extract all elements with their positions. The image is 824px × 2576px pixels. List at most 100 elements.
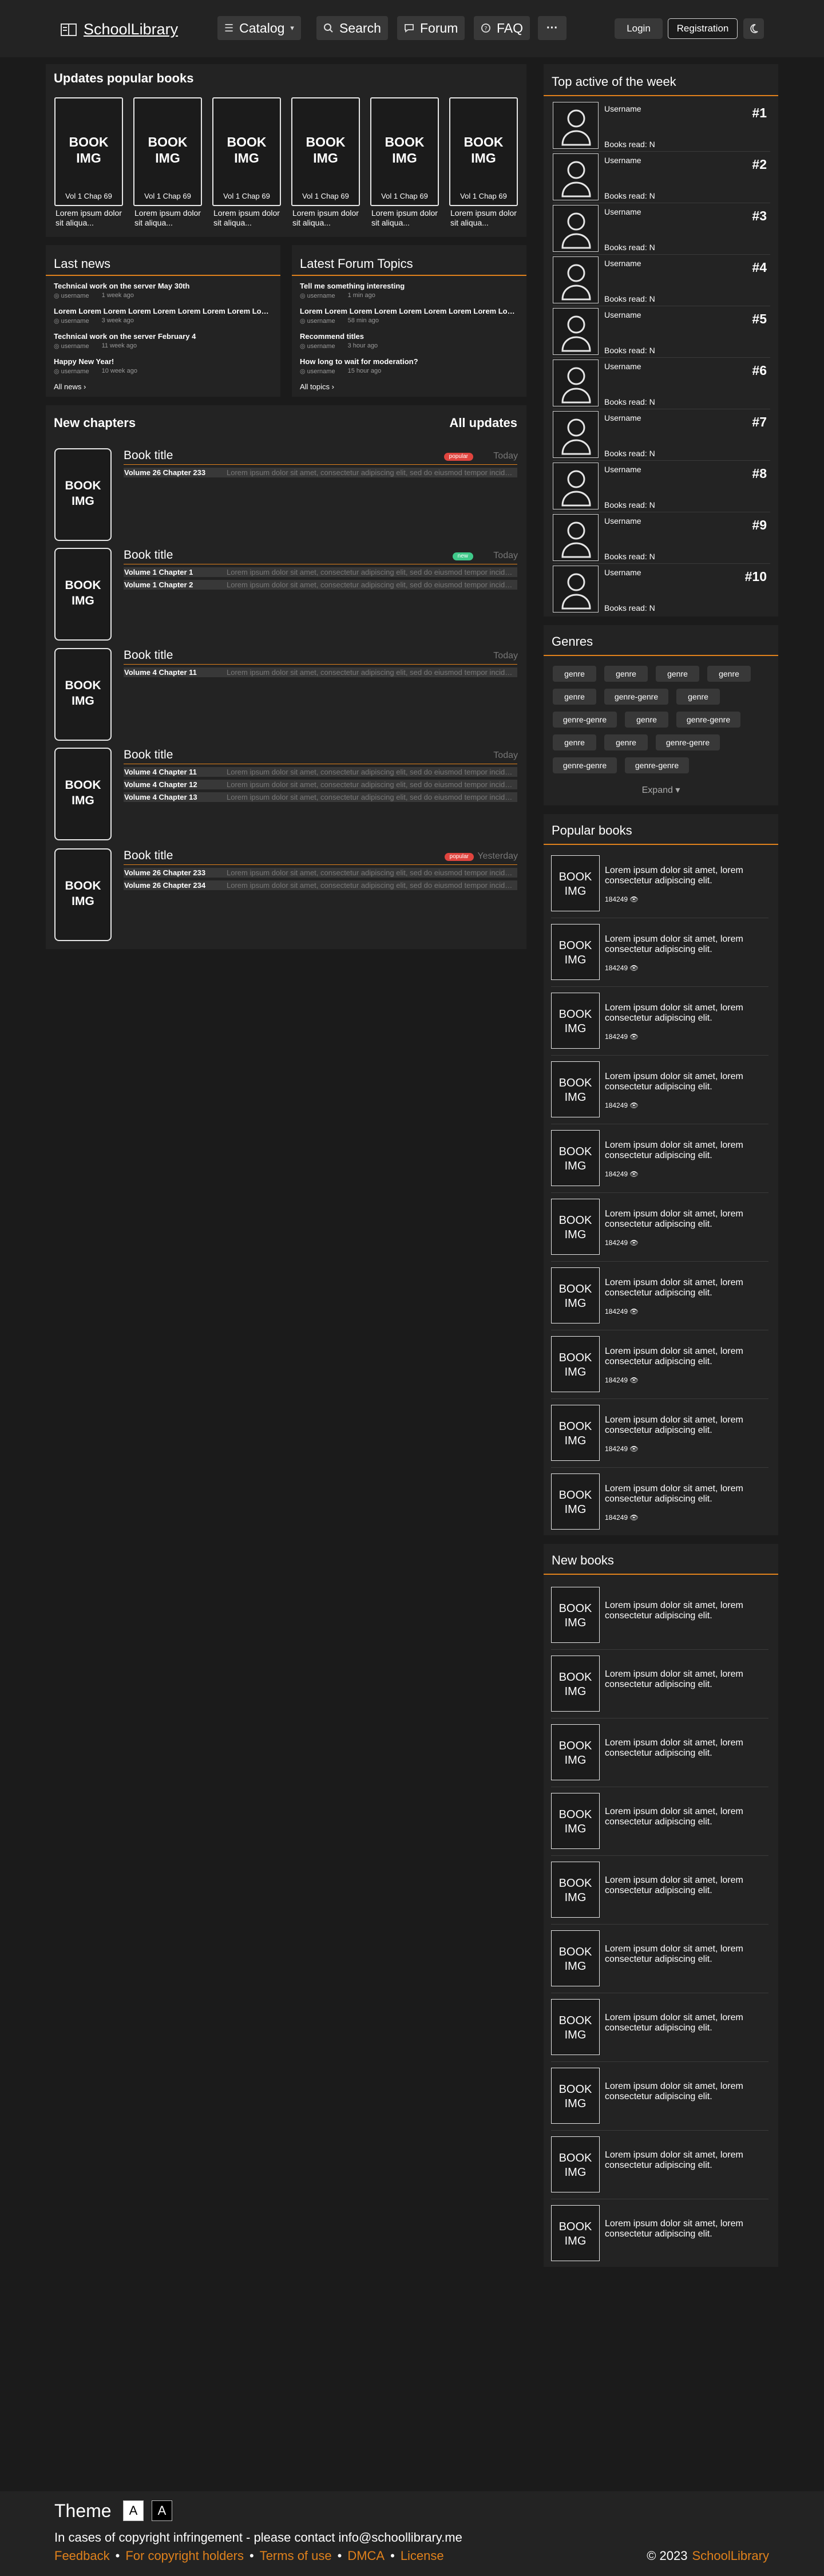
chapter-row[interactable]: Volume 4 Chapter 11 Lorem ipsum dolor sit… (124, 667, 517, 677)
side-book-cover[interactable]: BOOK IMG (551, 1061, 600, 1117)
genre-tag[interactable]: genre (553, 666, 596, 682)
book-caption[interactable]: Lorem ipsum dolor sit aliqua... (292, 208, 361, 228)
genre-tag[interactable]: genre-genre (656, 734, 720, 750)
news-item[interactable]: Recommend titlesusername 3 hour ago (300, 332, 517, 350)
side-book-item[interactable]: BOOK IMG Lorem ipsum dolor sit amet, lore… (551, 1586, 768, 1650)
side-book-description[interactable]: Lorem ipsum dolor sit amet, lorem consec… (605, 1415, 767, 1436)
news-item[interactable]: Technical work on the server May 30th use… (54, 282, 271, 299)
search-button[interactable]: Search (316, 16, 388, 40)
chapter-name[interactable]: Volume 4 Chapter 13 (124, 793, 227, 801)
side-book-cover[interactable]: BOOK IMG (551, 855, 600, 911)
news-title[interactable]: Lorem Lorem Lorem Lorem Lorem Lorem Lore… (300, 307, 517, 315)
book-card[interactable]: BOOK IMG Vol 1 Chap 69 (449, 97, 518, 206)
side-book-cover[interactable]: BOOK IMG (551, 1267, 600, 1323)
genre-tag[interactable]: genre-genre (604, 689, 668, 705)
side-book-cover[interactable]: BOOK IMG (551, 1724, 600, 1780)
book-caption[interactable]: Lorem ipsum dolor sit aliqua... (56, 208, 124, 228)
genre-tag[interactable]: genre (553, 734, 596, 750)
side-book-item[interactable]: BOOK IMG Lorem ipsum dolor sit amet, lore… (551, 2067, 768, 2131)
chapter-book-title[interactable]: Book title (124, 449, 173, 463)
chapter-name[interactable]: Volume 4 Chapter 11 (124, 768, 227, 776)
registration-button[interactable]: Registration (668, 18, 738, 39)
news-title[interactable]: Happy New Year! (54, 357, 271, 366)
active-user-row[interactable]: Username Books read: N #5 (553, 308, 770, 358)
news-item[interactable]: Tell me something interesting username 1 m… (300, 282, 517, 299)
active-user-row[interactable]: Username Books read: N #2 (553, 153, 770, 203)
book-caption[interactable]: Lorem ipsum dolor sit aliqua... (213, 208, 282, 228)
login-button[interactable]: Login (615, 18, 663, 39)
news-title[interactable]: Technical work on the server May 30th (54, 282, 271, 290)
side-book-description[interactable]: Lorem ipsum dolor sit amet, lorem consec… (605, 1346, 767, 1367)
avatar-icon[interactable] (553, 514, 599, 561)
side-book-item[interactable]: BOOK IMG Lorem ipsum dolor sit amet, lore… (551, 1998, 768, 2062)
side-book-description[interactable]: Lorem ipsum dolor sit amet, lorem consec… (605, 1944, 767, 1965)
side-book-cover[interactable]: BOOK IMG (551, 1793, 600, 1849)
theme-toggle-button[interactable] (743, 18, 764, 39)
footer-link[interactable]: Feedback (54, 2549, 110, 2563)
chapter-book-title[interactable]: Book title (124, 649, 173, 662)
active-user-row[interactable]: Username Books read: N #10 (553, 566, 770, 613)
genre-tag[interactable]: genre-genre (676, 712, 740, 728)
chapter-row[interactable]: Volume 4 Chapter 11 Lorem ipsum dolor sit… (124, 767, 517, 777)
side-book-description[interactable]: Lorem ipsum dolor sit amet, lorem consec… (605, 1738, 767, 1759)
news-title[interactable]: Recommend titles (300, 332, 517, 341)
genre-tag[interactable]: genre (604, 666, 648, 682)
chapter-book-cover[interactable]: BOOK IMG (54, 748, 112, 840)
user-name[interactable]: Username (604, 516, 641, 526)
side-book-item[interactable]: BOOK IMG Lorem ipsum dolor sit amet, lore… (551, 1335, 768, 1399)
side-book-item[interactable]: BOOK IMG Lorem ipsum dolor sit amet, lore… (551, 1929, 768, 1993)
news-title[interactable]: Technical work on the server February 4 (54, 332, 271, 341)
catalog-button[interactable]: ☰ Catalog ▾ (217, 16, 301, 40)
side-book-cover[interactable]: BOOK IMG (551, 1199, 600, 1255)
book-caption[interactable]: Lorem ipsum dolor sit aliqua... (371, 208, 440, 228)
chapter-row[interactable]: Volume 26 Chapter 233 Lorem ipsum dolor s… (124, 868, 517, 878)
side-book-description[interactable]: Lorem ipsum dolor sit amet, lorem consec… (605, 2081, 767, 2102)
side-book-description[interactable]: Lorem ipsum dolor sit amet, lorem consec… (605, 1807, 767, 1827)
side-book-description[interactable]: Lorem ipsum dolor sit amet, lorem consec… (605, 1484, 767, 1504)
user-name[interactable]: Username (604, 156, 641, 165)
genre-tag[interactable]: genre (553, 689, 596, 705)
more-button[interactable]: ··· (538, 16, 566, 40)
side-book-cover[interactable]: BOOK IMG (551, 2068, 600, 2124)
side-book-item[interactable]: BOOK IMG Lorem ipsum dolor sit amet, lore… (551, 1860, 768, 1925)
all-updates-link[interactable]: All updates (449, 416, 517, 430)
news-title[interactable]: Lorem Lorem Lorem Lorem Lorem Lorem Lore… (54, 307, 271, 315)
genre-tag[interactable]: genre-genre (553, 757, 617, 773)
side-book-cover[interactable]: BOOK IMG (551, 1473, 600, 1530)
side-book-item[interactable]: BOOK IMG Lorem ipsum dolor sit amet, lore… (551, 1198, 768, 1262)
side-book-cover[interactable]: BOOK IMG (551, 1999, 600, 2055)
avatar-icon[interactable] (553, 102, 599, 149)
chapter-name[interactable]: Volume 26 Chapter 234 (124, 881, 227, 890)
genre-tag[interactable]: genre (707, 666, 751, 682)
news-title[interactable]: How long to wait for moderation? (300, 357, 517, 366)
active-user-row[interactable]: Username Books read: N #3 (553, 205, 770, 255)
chapter-name[interactable]: Volume 4 Chapter 11 (124, 668, 227, 677)
genre-tag[interactable]: genre (656, 666, 699, 682)
genre-tag[interactable]: genre-genre (625, 757, 689, 773)
side-book-description[interactable]: Lorem ipsum dolor sit amet, lorem consec… (605, 1003, 767, 1024)
side-book-item[interactable]: BOOK IMG Lorem ipsum dolor sit amet, lore… (551, 1266, 768, 1330)
side-book-item[interactable]: BOOK IMG Lorem ipsum dolor sit amet, lore… (551, 991, 768, 1056)
chapter-row[interactable]: Volume 1 Chapter 2 Lorem ipsum dolor sit … (124, 580, 517, 590)
genre-tag[interactable]: genre-genre (553, 712, 617, 728)
side-book-cover[interactable]: BOOK IMG (551, 1862, 600, 1918)
side-book-item[interactable]: BOOK IMG Lorem ipsum dolor sit amet, lore… (551, 1472, 768, 1532)
avatar-icon[interactable] (553, 411, 599, 458)
side-book-description[interactable]: Lorem ipsum dolor sit amet, lorem consec… (605, 1209, 767, 1230)
site-logo[interactable]: SchoolLibrary (61, 21, 178, 38)
side-book-item[interactable]: BOOK IMG Lorem ipsum dolor sit amet, lore… (551, 2135, 768, 2199)
side-book-item[interactable]: BOOK IMG Lorem ipsum dolor sit amet, lore… (551, 2204, 768, 2263)
user-name[interactable]: Username (604, 568, 641, 577)
side-book-cover[interactable]: BOOK IMG (551, 1587, 600, 1643)
side-book-description[interactable]: Lorem ipsum dolor sit amet, lorem consec… (605, 1875, 767, 1896)
user-name[interactable]: Username (604, 310, 641, 319)
side-book-cover[interactable]: BOOK IMG (551, 993, 600, 1049)
footer-link[interactable]: For copyright holders (125, 2549, 244, 2563)
avatar-icon[interactable] (553, 153, 599, 200)
chapter-row[interactable]: Volume 4 Chapter 12 Lorem ipsum dolor sit… (124, 780, 517, 789)
side-book-cover[interactable]: BOOK IMG (551, 1130, 600, 1186)
news-title[interactable]: Tell me something interesting (300, 282, 517, 290)
active-user-row[interactable]: Username Books read: N #4 (553, 256, 770, 306)
light-theme-option[interactable]: A (123, 2500, 144, 2521)
side-book-item[interactable]: BOOK IMG Lorem ipsum dolor sit amet, lore… (551, 1404, 768, 1468)
